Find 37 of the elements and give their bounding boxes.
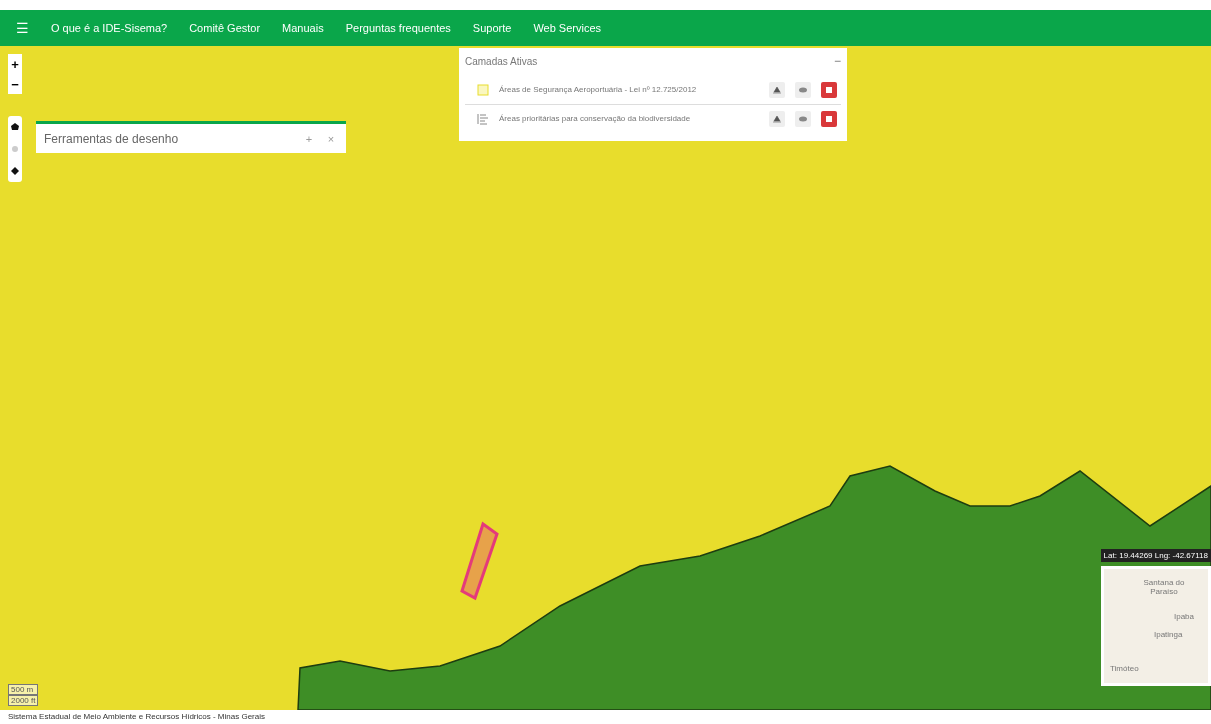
footer-text: Sistema Estadual de Meio Ambiente e Recursos Hídricos - Minas Gerais <box>8 712 265 721</box>
eye-icon <box>799 116 807 122</box>
download-icon <box>773 115 781 123</box>
legend-icon <box>477 113 489 125</box>
remove-button[interactable] <box>821 111 837 127</box>
menu-icon[interactable]: ☰ <box>16 20 29 36</box>
nav-link[interactable]: Manuais <box>282 22 324 34</box>
nav-link[interactable]: Web Services <box>533 22 602 34</box>
place-label: Ipatinga <box>1154 631 1183 640</box>
polygon-legend-icon <box>477 84 489 96</box>
download-icon <box>773 86 781 94</box>
coordinates-readout: Lat: 19.44269 Lng: -42.67118 <box>1100 549 1211 562</box>
remove-button[interactable] <box>821 82 837 98</box>
nav-link[interactable]: Perguntas frequentes <box>345 22 451 34</box>
place-label: Ipaba <box>1174 613 1195 622</box>
visibility-button[interactable] <box>795 82 811 98</box>
panel-title: Camadas Ativas <box>465 55 538 67</box>
panel-title: Ferramentas de desenho <box>44 131 180 146</box>
eye-icon <box>799 87 807 93</box>
layer-name: Áreas de Segurança Aeroportuária - Lei nº 12.725/2012 <box>499 84 698 96</box>
nav-link[interactable]: O que é a IDE-Sisema? <box>51 22 168 34</box>
place-label: Timóteo <box>1110 665 1139 674</box>
diamond-icon[interactable] <box>11 167 19 175</box>
download-button[interactable] <box>769 82 785 98</box>
place-label: Santana do Paraíso <box>1142 579 1186 597</box>
map-canvas[interactable] <box>0 46 1211 710</box>
nav-link[interactable]: Comitê Gestor <box>189 22 261 34</box>
scale-label: 500 m <box>8 684 39 695</box>
scale-label: 2000 ft <box>8 695 39 706</box>
minimap[interactable]: Santana do Paraíso Ipaba Ipatinga Timóteo <box>1101 566 1211 686</box>
visibility-button[interactable] <box>795 111 811 127</box>
layer-name: Áreas prioritárias para conservação da biodiversidade <box>499 113 692 125</box>
download-button[interactable] <box>769 111 785 127</box>
nav-link[interactable]: Suporte <box>472 22 512 34</box>
drawn-polygon-drawing[interactable] <box>460 521 499 601</box>
polygon-icon[interactable] <box>11 123 19 131</box>
collapse-button[interactable]: − <box>834 54 841 68</box>
